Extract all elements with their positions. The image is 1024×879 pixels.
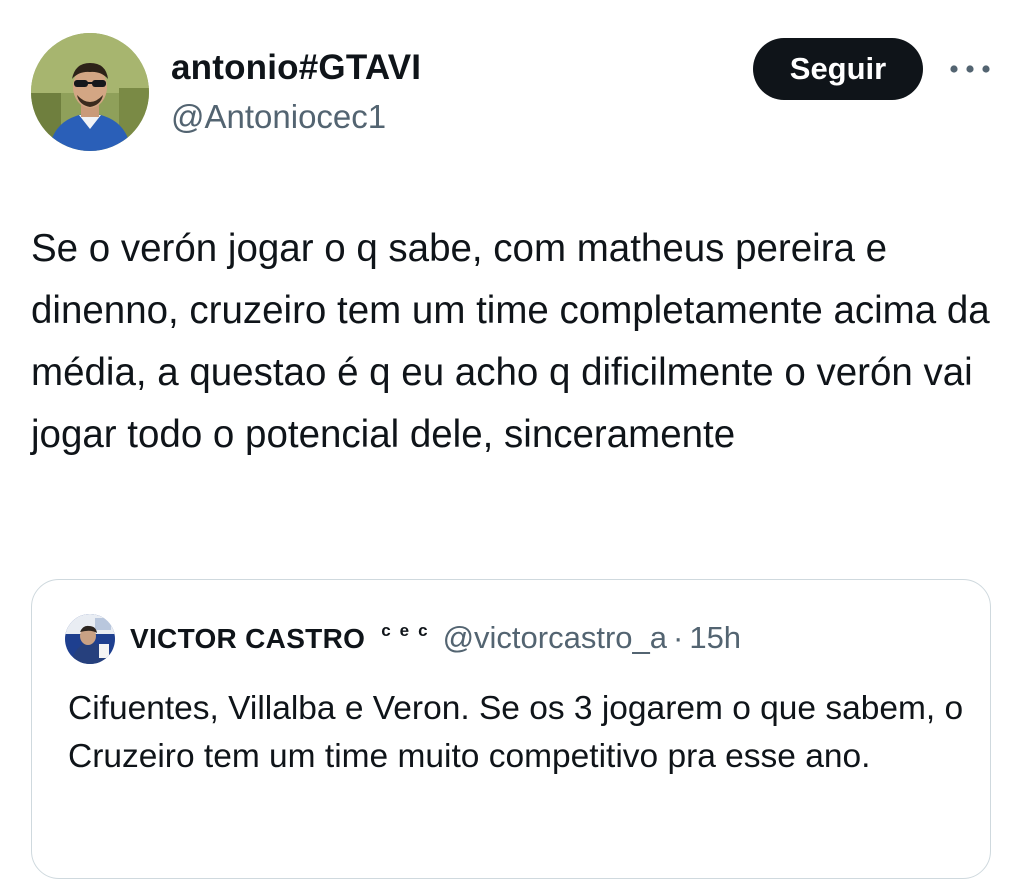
quoted-author-name[interactable]: VICTOR CASTRO bbox=[130, 623, 365, 655]
author-avatar[interactable] bbox=[31, 33, 149, 151]
more-options-button[interactable] bbox=[945, 52, 995, 86]
author-avatar-image bbox=[31, 33, 149, 151]
tweet-text: Se o verón jogar o q sabe, com matheus p… bbox=[31, 227, 990, 456]
quoted-tweet-header: VICTOR CASTRO cec @victorcastro_a · 15h bbox=[130, 620, 741, 656]
author-handle[interactable]: @Antoniocec1 bbox=[171, 98, 386, 136]
follow-button[interactable]: Seguir bbox=[753, 38, 923, 100]
quoted-avatar-image bbox=[65, 614, 115, 664]
quoted-author-handle[interactable]: @victorcastro_a bbox=[443, 620, 667, 656]
quoted-tweet-text: Cifuentes, Villalba e Veron. Se os 3 jog… bbox=[68, 690, 964, 775]
author-display-name[interactable]: antonio#GTAVI bbox=[171, 48, 421, 88]
quoted-author-name-tag: cec bbox=[381, 621, 437, 640]
more-dots-icon bbox=[950, 65, 990, 73]
quoted-tweet-card[interactable]: VICTOR CASTRO cec @victorcastro_a · 15h … bbox=[31, 579, 991, 879]
quoted-tweet-timestamp[interactable]: 15h bbox=[689, 620, 741, 656]
header-separator: · bbox=[673, 620, 684, 655]
quoted-author-avatar[interactable] bbox=[65, 614, 115, 664]
